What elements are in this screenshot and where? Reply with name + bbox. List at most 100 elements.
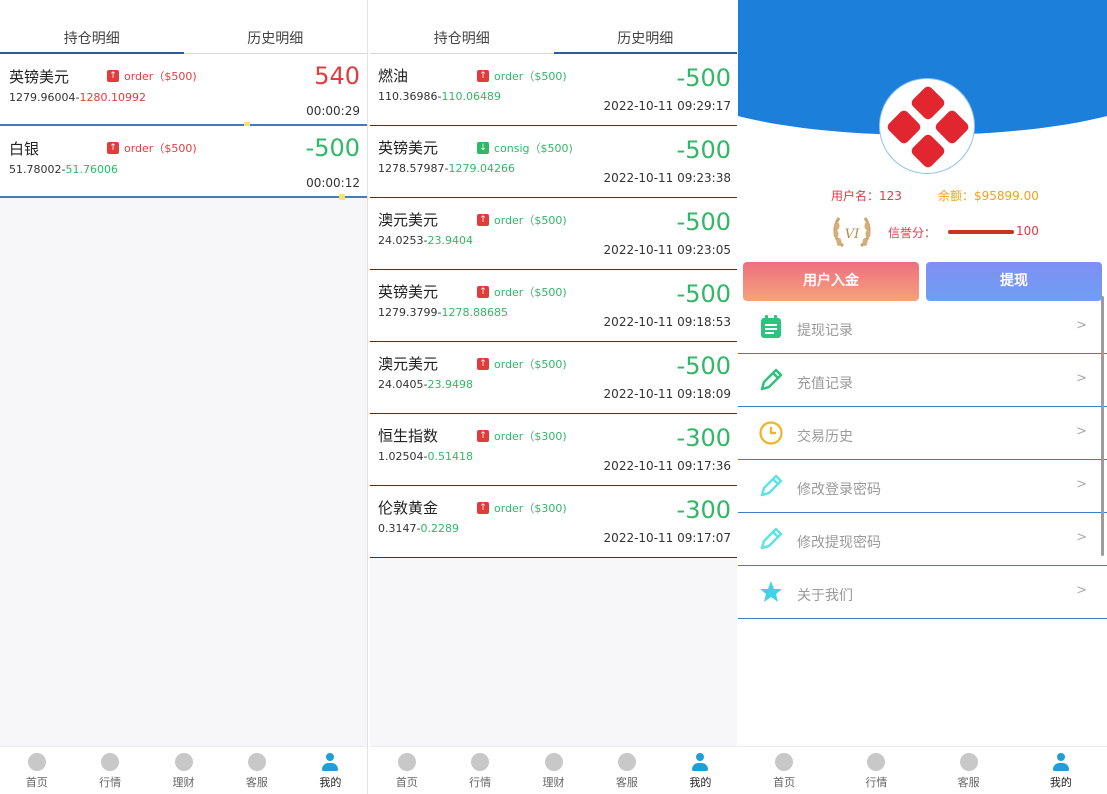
user-icon	[691, 753, 709, 771]
tab-history[interactable]: 历史明细	[553, 0, 738, 54]
history-row[interactable]: 澳元美元 ↑ order（$500) 24.0253-23.9404 -500 2022-…	[370, 198, 737, 270]
menu-label: 关于我们	[797, 588, 853, 604]
profit-amount: -300	[676, 424, 731, 452]
profit-amount: -500	[676, 64, 731, 92]
nav-label: 我的	[1049, 776, 1072, 789]
tab-current-positions[interactable]: 持仓明细	[0, 0, 184, 54]
instrument-name: 伦敦黄金	[378, 499, 439, 517]
menu-deposit-records[interactable]: 充值记录 >	[738, 354, 1107, 407]
arrow-up-icon: ↑	[107, 142, 119, 154]
order-label: order（$300)	[494, 502, 567, 515]
price-open: 1279.96004	[9, 91, 76, 104]
deposit-button[interactable]: 用户入金	[743, 262, 919, 301]
nav-label: 客服	[615, 776, 638, 789]
nav-support[interactable]: 客服	[590, 747, 663, 794]
finance-icon	[544, 753, 563, 771]
notepad-icon	[761, 315, 781, 338]
history-row[interactable]: 伦敦黄金 ↑ order（$300) 0.3147-0.2289 -300 2022-10…	[370, 486, 737, 558]
withdraw-button[interactable]: 提现	[926, 262, 1102, 301]
nav-support[interactable]: 客服	[220, 747, 293, 794]
chevron-right-icon: >	[1076, 477, 1087, 492]
nav-market[interactable]: 行情	[830, 747, 922, 794]
menu-about-us[interactable]: 关于我们 >	[738, 566, 1107, 619]
arrow-down-icon: ↓	[477, 142, 489, 154]
nav-label: 首页	[773, 776, 796, 789]
order-badge: ↑ order（$500)	[107, 140, 197, 156]
menu-withdraw-records[interactable]: 提现记录 >	[738, 301, 1107, 354]
tab-bar: 持仓明细 历史明细	[370, 0, 737, 54]
nav-finance[interactable]: 理财	[517, 747, 590, 794]
menu-label: 修改登录密码	[797, 482, 881, 498]
arrow-up-icon: ↑	[477, 502, 489, 514]
avatar[interactable]	[879, 78, 975, 174]
menu-label: 修改提现密码	[797, 535, 881, 551]
nav-mine[interactable]: 我的	[1015, 747, 1107, 794]
price-range: 1279.96004-1280.10992	[9, 91, 146, 104]
nav-label: 理财	[542, 776, 565, 789]
nav-home[interactable]: 首页	[738, 747, 830, 794]
instrument-name: 恒生指数	[378, 427, 439, 445]
nav-label: 我的	[689, 776, 712, 789]
nav-mine[interactable]: 我的	[664, 747, 737, 794]
history-row[interactable]: 燃油 ↑ order（$500) 110.36986-110.06489 -500 202…	[370, 54, 737, 126]
trade-time: 2022-10-11 09:18:53	[603, 315, 731, 329]
nav-label: 首页	[395, 776, 418, 789]
price-range: 51.78002-51.76006	[9, 163, 118, 176]
nav-label: 我的	[319, 776, 342, 789]
history-row[interactable]: 恒生指数 ↑ order（$300) 1.02504-0.51418 -300 2022-…	[370, 414, 737, 486]
price-open: 1.02504	[378, 450, 424, 463]
order-badge: ↑ order（$500)	[477, 68, 567, 84]
profit-amount: -500	[305, 134, 360, 162]
instrument-name: 燃油	[378, 67, 409, 85]
price-close: 1278.88685	[441, 306, 508, 319]
tab-current-positions[interactable]: 持仓明细	[370, 0, 554, 53]
profit-amount: -500	[676, 280, 731, 308]
credit-label: 信誉分：	[888, 226, 937, 240]
price-range: 1278.57987-1279.04266	[378, 162, 515, 175]
nav-label: 理财	[172, 776, 195, 789]
tab-history[interactable]: 历史明细	[184, 0, 368, 53]
menu-change-withdraw-password[interactable]: 修改提现密码 >	[738, 513, 1107, 566]
profit-amount: -500	[676, 208, 731, 236]
history-row[interactable]: 澳元美元 ↑ order（$500) 24.0405-23.9498 -500 2022-…	[370, 342, 737, 414]
tab-bar: 持仓明细 历史明细	[0, 0, 367, 54]
arrow-up-icon: ↑	[107, 70, 119, 82]
home-icon	[27, 753, 46, 771]
positions-panel: 持仓明细 历史明细 英镑美元 ↑ order（$500) 1279.96004-…	[0, 0, 368, 794]
price-open: 24.0405	[378, 378, 424, 391]
progress-marker	[339, 194, 345, 200]
nav-label: 首页	[25, 776, 48, 789]
menu-change-login-password[interactable]: 修改登录密码 >	[738, 460, 1107, 513]
price-open: 24.0253	[378, 234, 424, 247]
trade-time: 2022-10-11 09:29:17	[603, 99, 731, 113]
position-row[interactable]: 英镑美元 ↑ order（$500) 1279.96004-1280.10992…	[0, 54, 367, 128]
trade-time: 2022-10-11 09:23:05	[603, 243, 731, 257]
price-close: 23.9404	[427, 234, 473, 247]
order-badge: ↑ order（$500)	[477, 356, 567, 372]
nav-home[interactable]: 首页	[0, 747, 73, 794]
star-icon	[760, 581, 782, 602]
position-row[interactable]: 白银 ↑ order（$500) 51.78002-51.76006 -500 …	[0, 126, 367, 200]
history-row[interactable]: 英镑美元 ↓ consig（$500) 1278.57987-1279.04266 -5…	[370, 126, 737, 198]
chart-icon	[867, 753, 886, 771]
profile-panel: 用户名：123 余额：$95899.00 VI 信誉分： 100 用户入金 提现	[738, 0, 1107, 794]
nav-market[interactable]: 行情	[73, 747, 146, 794]
price-close: 110.06489	[441, 90, 501, 103]
nav-label: 行情	[469, 776, 492, 789]
nav-mine[interactable]: 我的	[294, 747, 367, 794]
order-label: order（$500)	[494, 286, 567, 299]
nav-home[interactable]: 首页	[370, 747, 443, 794]
price-close: 0.2289	[420, 522, 459, 535]
nav-finance[interactable]: 理财	[147, 747, 220, 794]
history-row[interactable]: 英镑美元 ↑ order（$500) 1279.3799-1278.88685 -500…	[370, 270, 737, 342]
menu-trade-history[interactable]: 交易历史 >	[738, 407, 1107, 460]
headset-icon	[959, 753, 978, 771]
nav-market[interactable]: 行情	[443, 747, 516, 794]
nav-label: 客服	[245, 776, 268, 789]
profit-amount: 540	[314, 62, 360, 90]
arrow-up-icon: ↑	[477, 214, 489, 226]
trade-time: 2022-10-11 09:17:36	[603, 459, 731, 473]
nav-support[interactable]: 客服	[923, 747, 1015, 794]
scrollbar[interactable]	[1101, 296, 1104, 556]
trade-time: 2022-10-11 09:18:09	[603, 387, 731, 401]
